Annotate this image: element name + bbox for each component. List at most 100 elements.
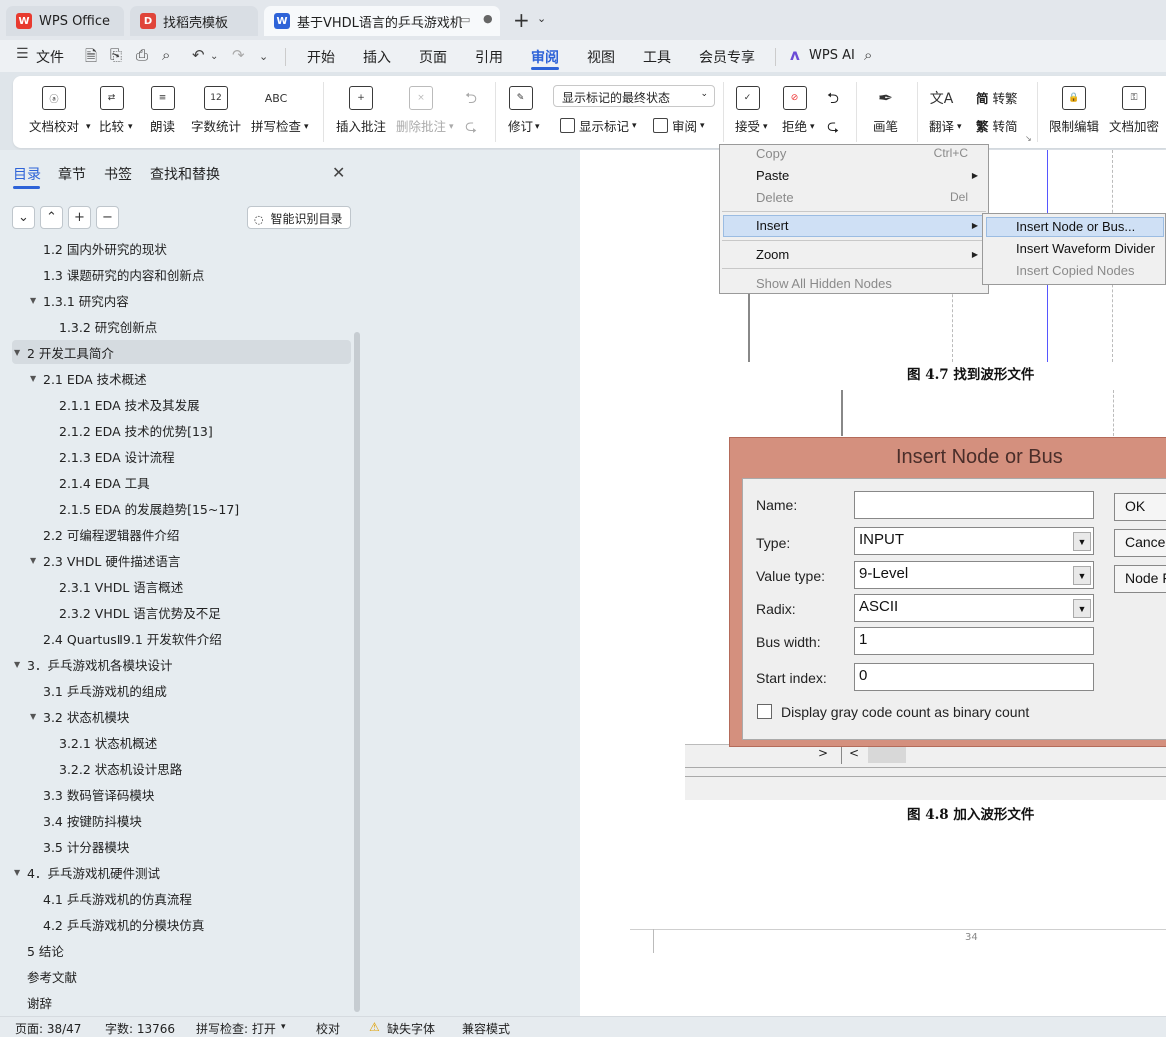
tab-bookmarks[interactable]: 书签 (104, 164, 132, 184)
page-indicator[interactable]: 页面: 38/47 (15, 1020, 81, 1037)
markup-display-select[interactable]: 显示标记的最终状态 ⌄ (553, 85, 715, 107)
toc-item[interactable]: 2.1.1 EDA 技术及其发展 (12, 392, 351, 416)
encrypt-button[interactable]: ⚿ 文档加密 (1109, 86, 1159, 135)
toc-item[interactable]: 2.1.5 EDA 的发展趋势[15~17] (12, 496, 351, 520)
accept-button[interactable]: ✓ 接受 (735, 86, 760, 135)
toc-item[interactable]: 2.1.3 EDA 设计流程 (12, 444, 351, 468)
gray-code-checkbox[interactable] (757, 704, 772, 719)
tab-docer[interactable]: D 找稻壳模板 (130, 6, 258, 36)
toc-item[interactable]: 参考文献 (12, 964, 351, 988)
submenu-insert-copied[interactable]: Insert Copied Nodes (1016, 263, 1135, 278)
menu-wps-ai[interactable]: WPS AI (809, 48, 855, 63)
value-type-select[interactable]: 9-Level ▼ (854, 561, 1094, 589)
toc-item[interactable]: 3.1 乒乓游戏机的组成 (12, 678, 351, 702)
ok-button[interactable]: OK (1114, 493, 1166, 521)
node-finder-button[interactable]: Node Finder... (1114, 565, 1166, 593)
doc-check-button[interactable]: ⓐ 文档校对 (29, 86, 79, 135)
show-markup-button[interactable]: 显示标记 ▾ (560, 116, 637, 135)
window-icon[interactable]: ▭ (460, 13, 470, 26)
new-tab-icon[interactable]: + (513, 8, 530, 32)
reject-button[interactable]: ⊘ 拒绝 (782, 86, 807, 135)
toc-item[interactable]: 谢辞 (12, 990, 351, 1014)
word-count-button[interactable]: 12 字数统计 (191, 86, 241, 135)
submenu-insert-node[interactable]: Insert Node or Bus... (1016, 219, 1135, 234)
expand-toggle-icon[interactable]: ▼ (30, 296, 36, 305)
translate-button[interactable]: 文A 翻译 (929, 86, 954, 135)
menu-member[interactable]: 会员专享 (699, 47, 755, 67)
toc-item[interactable]: 2.1.2 EDA 技术的优势[13] (12, 418, 351, 442)
more-icon[interactable]: ⌄ (259, 50, 268, 63)
toc-item[interactable]: 3.5 计分器模块 (12, 834, 351, 858)
toc-item[interactable]: 5 结论 (12, 938, 351, 962)
toc-item[interactable]: 2.4 QuartusⅡ9.1 开发软件介绍 (12, 626, 351, 650)
close-icon[interactable]: ✕ (332, 163, 345, 182)
start-index-field[interactable]: 0 (854, 663, 1094, 691)
menu-reference[interactable]: 引用 (475, 47, 503, 67)
word-count[interactable]: 字数: 13766 (105, 1020, 175, 1037)
redo-icon[interactable]: ↷ (232, 46, 245, 64)
chevron-down-icon[interactable]: ⌄ (537, 12, 546, 25)
toc-item[interactable]: 3.2.2 状态机设计思路 (12, 756, 351, 780)
to-traditional-button[interactable]: 简 转繁 (976, 88, 1018, 107)
expand-toggle-icon[interactable]: ▼ (14, 868, 20, 877)
to-simplified-button[interactable]: 繁 转简 (976, 116, 1018, 135)
toc-item[interactable]: 4.2 乒乓游戏机的分模块仿真 (12, 912, 351, 936)
menu-tools[interactable]: 工具 (643, 47, 671, 67)
menu-file[interactable]: 文件 (36, 47, 64, 67)
missing-font-status[interactable]: 缺失字体 (387, 1020, 435, 1037)
tab-toc[interactable]: 目录 (13, 164, 41, 184)
toc-item[interactable]: 1.3.2 研究创新点 (12, 314, 351, 338)
add-heading-button[interactable]: + (68, 206, 91, 229)
next-comment-icon[interactable]: ⮎ (465, 116, 477, 141)
proofread-status[interactable]: 校对 (316, 1020, 340, 1037)
expand-group-icon[interactable]: ↘ (1025, 134, 1032, 143)
menu-item-show-hidden[interactable]: Show All Hidden Nodes (756, 276, 892, 291)
menu-item-paste[interactable]: Paste (756, 168, 789, 183)
expand-toggle-icon[interactable]: ▼ (30, 556, 36, 565)
toc-item[interactable]: ▼ 2.3 VHDL 硬件描述语言 (12, 548, 351, 572)
toc-item[interactable]: ▼ 3．乒乓游戏机各模块设计 (12, 652, 351, 676)
toc-item[interactable]: 2.3.1 VHDL 语言概述 (12, 574, 351, 598)
tab-document[interactable]: W 基于VHDL语言的乒乓游戏机电 ▭ ● (264, 6, 500, 36)
print-preview-icon[interactable]: ⌕ (162, 46, 170, 64)
scrollbar[interactable] (354, 332, 360, 1012)
menu-review[interactable]: 审阅 (531, 47, 559, 67)
bus-width-field[interactable]: 1 (854, 627, 1094, 655)
tab-find-replace[interactable]: 查找和替换 (150, 164, 220, 184)
menu-item-zoom[interactable]: Zoom (756, 247, 789, 262)
type-select[interactable]: INPUT ▼ (854, 527, 1094, 555)
search-icon[interactable]: ⌕ (864, 46, 872, 64)
toc-item[interactable]: 1.3 课题研究的内容和创新点 (12, 262, 351, 286)
name-field[interactable] (854, 491, 1094, 519)
track-changes-button[interactable]: ✎ 修订 (508, 86, 533, 135)
scroll-right-icon[interactable]: > (818, 746, 828, 760)
toc-item[interactable]: 3.2.1 状态机概述 (12, 730, 351, 754)
collapse-all-button[interactable]: ⌄ (12, 206, 35, 229)
prev-comment-icon[interactable]: ⮌ (465, 88, 477, 113)
expand-toggle-icon[interactable]: ▼ (14, 348, 20, 357)
hamburger-icon[interactable]: ☰ (16, 46, 29, 62)
tab-wps-office[interactable]: W WPS Office (6, 6, 124, 36)
remove-heading-button[interactable]: − (96, 206, 119, 229)
toc-item[interactable]: 4.1 乒乓游戏机的仿真流程 (12, 886, 351, 910)
submenu-insert-divider[interactable]: Insert Waveform Divider (1016, 241, 1155, 256)
toc-item[interactable]: 3.4 按键防抖模块 (12, 808, 351, 832)
expand-toggle-icon[interactable]: ▼ (30, 374, 36, 383)
close-tab-icon[interactable]: ● (483, 12, 493, 25)
undo-icon[interactable]: ↶ (192, 46, 205, 64)
print-icon[interactable]: ⎙ (136, 46, 148, 64)
compare-button[interactable]: ⇄ 比较 (99, 86, 124, 135)
toc-item[interactable]: 2.1.4 EDA 工具 (12, 470, 351, 494)
toc-item[interactable]: ▼ 4．乒乓游戏机硬件测试 (12, 860, 351, 884)
next-change-icon[interactable]: ⮎ (827, 116, 839, 141)
menu-insert[interactable]: 插入 (363, 47, 391, 67)
toc-item[interactable]: ▼ 1.3.1 研究内容 (12, 288, 351, 312)
chevron-down-icon[interactable]: ⌄ (210, 51, 218, 62)
toc-item[interactable]: 2.3.2 VHDL 语言优势及不足 (12, 600, 351, 624)
scroll-thumb[interactable] (868, 747, 906, 763)
insert-comment-button[interactable]: + 插入批注 (336, 86, 386, 135)
menu-start[interactable]: 开始 (307, 47, 335, 67)
menu-item-delete[interactable]: Delete (756, 190, 794, 205)
cancel-button[interactable]: Cancel (1114, 529, 1166, 557)
export-pdf-icon[interactable]: ⎘ (110, 46, 122, 64)
